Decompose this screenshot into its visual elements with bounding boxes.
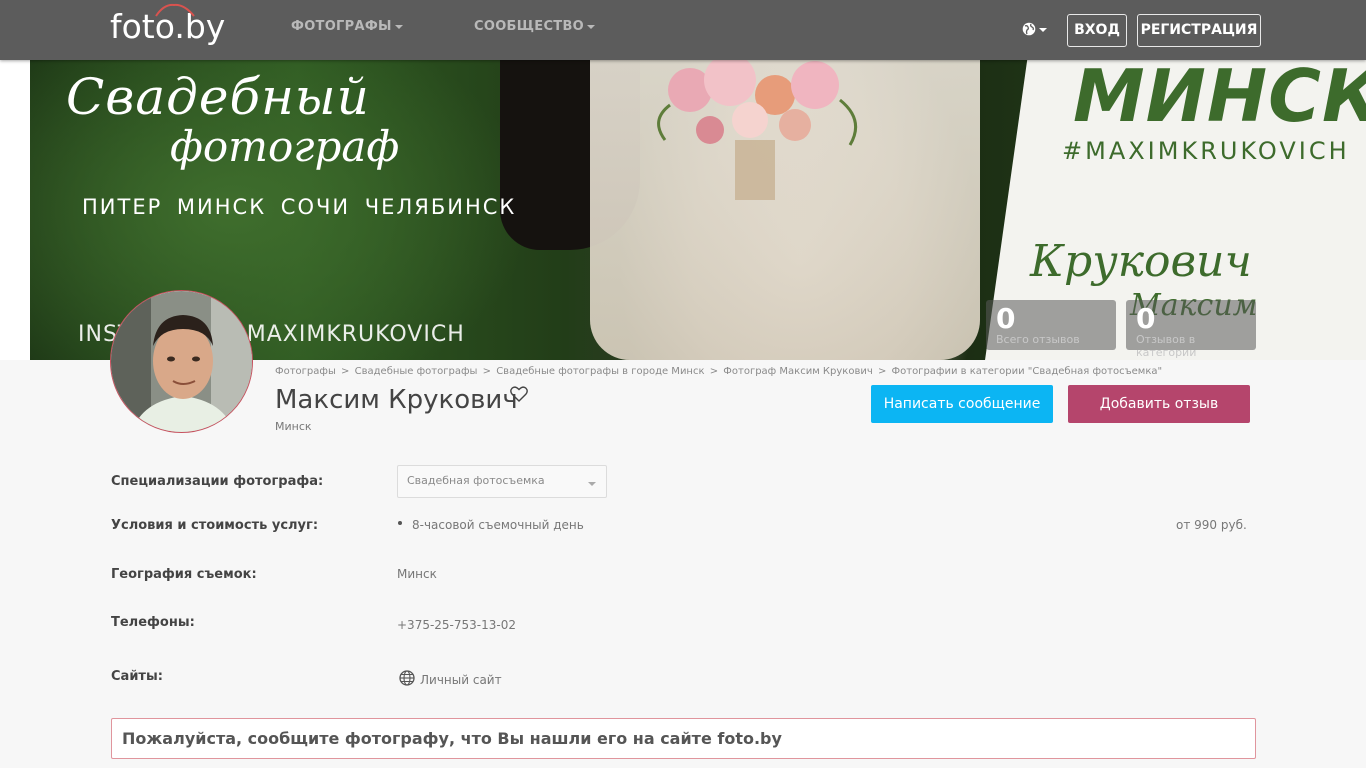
banner-title-line2: фотограф [170,122,400,171]
globe-icon [399,670,415,686]
language-selector[interactable] [1021,19,1049,41]
banner-hashtag: #MAXIMKRUKOVICH [1062,137,1350,165]
stat-category-reviews-value: 0 [1136,302,1156,335]
stat-category-reviews[interactable]: 0 Отзывов в категории [1126,300,1256,359]
specialization-select[interactable]: Свадебная фотосъемка [397,465,607,498]
stat-total-reviews[interactable]: 0 Всего отзывов [986,300,1116,350]
banner-left-margin [0,60,30,360]
bouquet-image [657,60,858,200]
specialization-selected-value: Свадебная фотосъемка [407,474,545,487]
banner-cities: ПИТЕР МИНСК СОЧИ ЧЕЛЯБИНСК [82,195,517,219]
geography-value: Минск [397,567,437,581]
breadcrumb-item[interactable]: Свадебные фотографы в городе Минск [496,366,704,377]
breadcrumb-item[interactable]: Фотограф Максим Крукович [723,366,872,377]
breadcrumb-separator: > [709,366,719,377]
add-review-button[interactable]: Добавить отзыв [1068,385,1250,423]
personal-site-link[interactable]: Личный сайт [420,673,502,687]
breadcrumb-item[interactable]: Свадебные фотографы [355,366,478,377]
geography-label: География съемок: [111,567,257,582]
breadcrumb-separator: > [341,366,350,377]
nav-photographers-label: ФОТОГРАФЫ [291,19,392,34]
stat-total-reviews-label: Всего отзывов [996,333,1080,346]
avatar[interactable] [110,290,253,433]
breadcrumb-separator: > [877,366,887,377]
service-item: 8-часовой съемочный день [412,518,584,532]
breadcrumb: Фотографы > Свадебные фотографы > Свадеб… [275,366,1162,377]
nav-community[interactable]: СООБЩЕСТВО [474,19,596,34]
stat-category-reviews-label: Отзывов в категории [1136,333,1197,359]
breadcrumb-item[interactable]: Фотографы [275,366,336,377]
breadcrumb-item-current: Фотографии в категории "Свадебная фотосъ… [891,366,1163,377]
avatar-photo [111,291,252,432]
banner-signature-last: Крукович [1030,236,1252,287]
specialization-label: Специализации фотографа: [111,474,324,489]
heart-icon[interactable] [510,386,528,402]
breadcrumb-separator: > [482,366,491,377]
chevron-down-icon [1039,28,1047,32]
bullet-icon [398,521,402,525]
phone-value[interactable]: +375-25-753-13-02 [397,618,516,632]
photographer-name: Максим Крукович [275,385,518,415]
banner-city: МИНСК [1073,60,1366,138]
banner-title-line1: Свадебный [66,68,370,126]
globe-icon [1022,22,1036,36]
nav-photographers[interactable]: ФОТОГРАФЫ [291,19,403,34]
chevron-down-icon [588,482,596,486]
services-label: Условия и стоимость услуг: [111,518,319,533]
register-button[interactable]: РЕГИСТРАЦИЯ [1137,14,1261,47]
phones-label: Телефоны: [111,615,195,630]
write-message-button[interactable]: Написать сообщение [871,385,1053,423]
stat-total-reviews-value: 0 [996,302,1016,335]
top-navigation-bar: foto.by ФОТОГРАФЫ СООБЩЕСТВО ВХОД РЕГИСТ… [0,0,1366,60]
login-button[interactable]: ВХОД [1067,14,1127,47]
chevron-down-icon [587,24,596,29]
notice-box: Пожалуйста, сообщите фотографу, что Вы н… [111,718,1256,759]
logo[interactable]: foto.by [110,3,225,49]
chevron-down-icon [394,24,403,29]
sites-label: Сайты: [111,669,163,684]
logo-camera-icon [155,3,195,17]
notice-text: Пожалуйста, сообщите фотографу, что Вы н… [122,729,782,748]
service-price: от 990 руб. [1176,518,1247,532]
photographer-city: Минск [275,420,312,433]
nav-community-label: СООБЩЕСТВО [474,19,585,34]
